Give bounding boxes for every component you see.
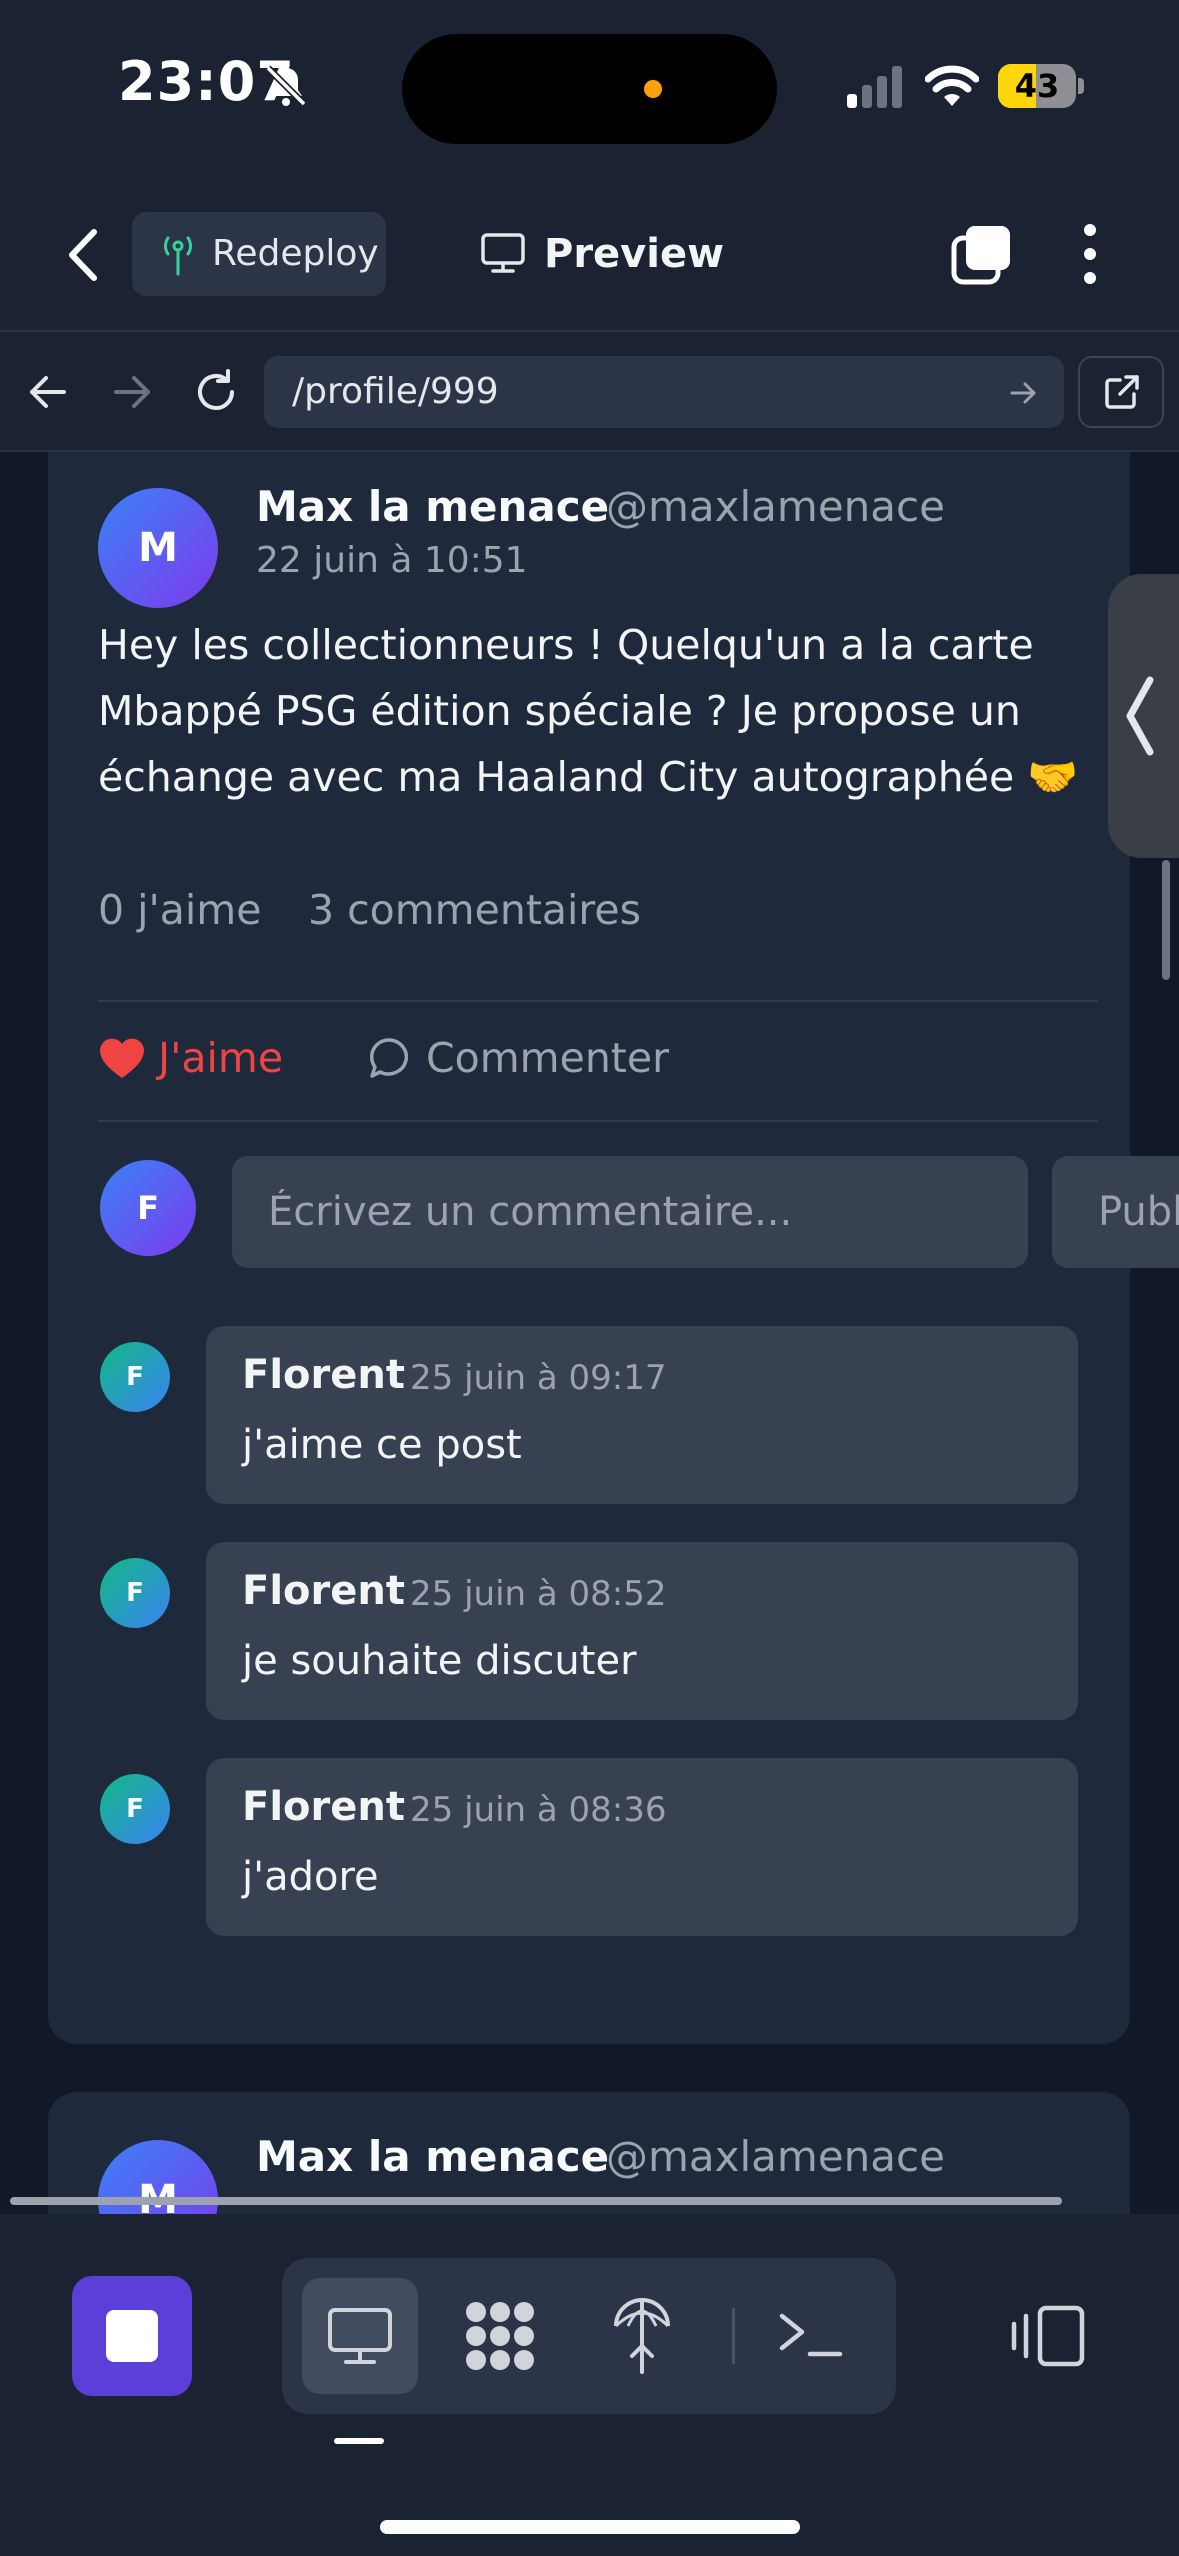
publish-button[interactable]: Publier	[1052, 1156, 1179, 1268]
comment-bubble: Florent 25 juin à 08:52 je souhaite disc…	[206, 1542, 1078, 1720]
comment-input[interactable]	[232, 1156, 1028, 1268]
redeploy-button[interactable]: Redeploy	[132, 212, 386, 296]
active-mode-indicator	[334, 2438, 384, 2444]
stop-button[interactable]	[72, 2276, 192, 2396]
comment-avatar[interactable]: F	[100, 1558, 170, 1628]
preview-button[interactable]: Preview	[474, 212, 734, 296]
battery-cap	[1078, 78, 1084, 94]
arrow-right-small-icon[interactable]	[1008, 378, 1038, 408]
chevron-left-icon	[1126, 676, 1154, 756]
comment-label: Commenter	[426, 1034, 669, 1082]
comment-avatar[interactable]: F	[100, 1774, 170, 1844]
comment-text: j'aime ce post	[242, 1422, 522, 1468]
url-text: /profile/999	[292, 371, 499, 412]
post-author-handle: @maxlamenace	[606, 482, 945, 531]
bell-off-icon	[265, 65, 307, 107]
stop-icon	[106, 2310, 158, 2362]
antenna-icon	[163, 236, 193, 276]
battery-level: 43	[1014, 67, 1060, 105]
monitor-icon	[328, 2308, 392, 2364]
more-vertical-icon[interactable]	[1080, 222, 1100, 286]
arrow-left-icon[interactable]	[26, 370, 70, 414]
apps-grid-icon[interactable]	[462, 2298, 538, 2374]
terminal-icon[interactable]	[776, 2302, 846, 2366]
home-indicator[interactable]	[380, 2520, 800, 2534]
avatar: F	[100, 1160, 196, 1256]
redeploy-label: Redeploy	[212, 233, 379, 274]
heart-icon	[100, 1038, 144, 1078]
divider	[732, 2308, 735, 2364]
desktop-mode-button[interactable]	[302, 2278, 418, 2394]
comments-count[interactable]: 3 commentaires	[308, 886, 641, 934]
horizontal-scrollbar[interactable]	[10, 2197, 1062, 2205]
arrow-right-icon[interactable]	[110, 370, 154, 414]
camera-indicator	[644, 80, 662, 98]
comment-author[interactable]: Florent	[242, 1352, 405, 1398]
wifi-icon	[925, 65, 979, 106]
comment-author[interactable]: Florent	[242, 1784, 405, 1830]
post-date: 22 juin à 10:51	[256, 540, 528, 581]
side-drawer-handle[interactable]	[1108, 574, 1179, 858]
web-preview: M Max la menace @maxlamenace 22 juin à 1…	[0, 452, 1179, 2214]
dynamic-island	[402, 34, 777, 144]
open-external-button[interactable]	[1078, 356, 1164, 428]
comment-author[interactable]: Florent	[242, 1568, 405, 1614]
comment-text: je souhaite discuter	[242, 1638, 637, 1684]
post-card: M Max la menace @maxlamenace 22 juin à 1…	[48, 452, 1179, 2044]
external-link-icon	[1105, 375, 1139, 409]
post-text: Hey les collectionneurs ! Quelqu'un a la…	[98, 621, 1079, 801]
comment-date: 25 juin à 08:52	[410, 1574, 667, 1614]
avatar[interactable]: M	[98, 488, 218, 608]
view-mode-switcher	[282, 2258, 896, 2414]
comment-text: j'adore	[242, 1854, 379, 1900]
comment-date: 25 juin à 09:17	[410, 1358, 667, 1398]
likes-count: 0 j'aime	[98, 886, 262, 934]
monitor-icon	[481, 233, 525, 273]
comment-date: 25 juin à 08:36	[410, 1790, 667, 1830]
url-field[interactable]: /profile/999	[264, 356, 1064, 428]
battery-icon: 43	[998, 64, 1076, 108]
post-author-name[interactable]: Max la menace	[256, 482, 609, 531]
post-author-handle: @maxlamenace	[606, 2132, 945, 2181]
like-label: J'aime	[158, 1034, 284, 1082]
deploy-antenna-icon[interactable]	[612, 2296, 672, 2376]
side-panel-icon[interactable]	[1010, 2304, 1086, 2368]
post-author-name[interactable]: Max la menace	[256, 2132, 609, 2181]
vertical-scrollbar[interactable]	[1162, 860, 1170, 980]
comment-bubble: Florent 25 juin à 09:17 j'aime ce post	[206, 1326, 1078, 1504]
reload-icon[interactable]	[192, 368, 240, 416]
tabs-icon[interactable]	[950, 222, 1014, 286]
chevron-left-icon[interactable]	[58, 220, 108, 290]
preview-label: Preview	[544, 231, 725, 277]
post-card: M Max la menace @maxlamenace	[48, 2092, 1130, 2214]
comment-avatar[interactable]: F	[100, 1342, 170, 1412]
comment-bubble: Florent 25 juin à 08:36 j'adore	[206, 1758, 1078, 1936]
divider	[98, 1000, 1098, 1002]
divider	[98, 1120, 1098, 1122]
signal-icon	[847, 66, 902, 108]
speech-bubble-icon	[369, 1038, 408, 1078]
